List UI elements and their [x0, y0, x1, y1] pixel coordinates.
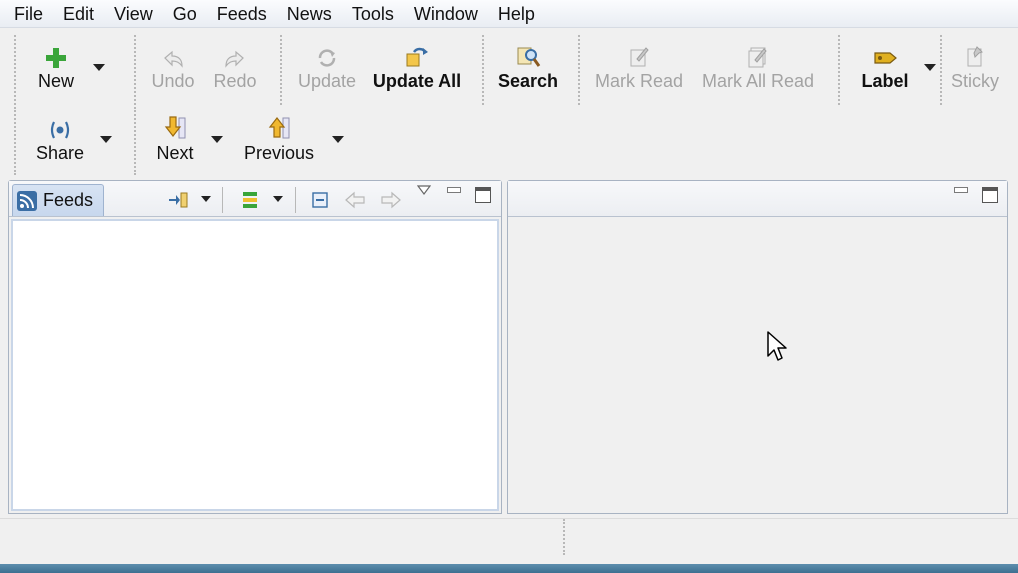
label-button[interactable]: Label [860, 39, 910, 93]
back-arrow-icon[interactable] [343, 189, 367, 211]
undo-icon [158, 39, 188, 69]
previous-button[interactable]: Previous [240, 111, 318, 165]
search-button[interactable]: Search [498, 39, 558, 93]
new-button[interactable]: New [34, 39, 78, 93]
maximize-icon[interactable] [982, 187, 998, 203]
menu-file[interactable]: File [4, 0, 53, 28]
rss-feed-icon [17, 190, 37, 211]
editor-panel [507, 180, 1008, 514]
toolbar-separator [482, 35, 484, 105]
redo-button[interactable]: Redo [212, 39, 258, 93]
maximize-icon[interactable] [475, 187, 491, 203]
minimize-icon[interactable] [954, 187, 968, 193]
tab-feeds[interactable]: Feeds [12, 184, 104, 216]
header-separator [222, 187, 223, 213]
update-button[interactable]: Update [296, 39, 358, 93]
feeds-tree[interactable] [11, 219, 499, 511]
sticky-button[interactable]: Sticky [948, 39, 1002, 93]
toolbar-separator [940, 35, 942, 105]
menu-window[interactable]: Window [404, 0, 488, 28]
next-arrow-icon [160, 111, 190, 141]
toolbar-separator [578, 35, 580, 105]
mark-all-read-button[interactable]: Mark All Read [700, 39, 816, 93]
mouse-pointer-icon [766, 330, 788, 367]
plus-icon [41, 39, 71, 69]
label-dropdown-caret[interactable] [924, 64, 936, 71]
mark-read-icon [624, 39, 654, 69]
toolbar-separator [838, 35, 840, 105]
share-icon [45, 111, 75, 141]
menu-help[interactable]: Help [488, 0, 545, 28]
next-dropdown-caret[interactable] [211, 136, 223, 143]
toolbar-separator [134, 107, 136, 175]
previous-arrow-icon [264, 111, 294, 141]
update-icon [312, 39, 342, 69]
menu-tools[interactable]: Tools [342, 0, 404, 28]
main-toolbar: New Undo Redo Update Update All Search M… [0, 29, 1018, 177]
link-with-editor-icon[interactable] [165, 189, 191, 211]
menu-bar: File Edit View Go Feeds News Tools Windo… [0, 0, 1018, 28]
mark-read-button[interactable]: Mark Read [594, 39, 684, 93]
filter-dropdown-caret[interactable] [201, 196, 211, 202]
editor-panel-header [508, 181, 1007, 217]
forward-arrow-icon[interactable] [379, 189, 403, 211]
feeds-panel: Feeds [8, 180, 502, 514]
feeds-panel-header: Feeds [9, 181, 501, 217]
view-menu-icon[interactable] [415, 183, 433, 197]
status-separator [563, 519, 565, 555]
menu-news[interactable]: News [277, 0, 342, 28]
status-bar [0, 518, 1018, 564]
layout-icon[interactable] [239, 189, 261, 211]
redo-icon [220, 39, 250, 69]
menu-view[interactable]: View [104, 0, 163, 28]
sticky-pin-icon [960, 39, 990, 69]
share-dropdown-caret[interactable] [100, 136, 112, 143]
search-icon [513, 39, 543, 69]
menu-edit[interactable]: Edit [53, 0, 104, 28]
share-button[interactable]: Share [34, 111, 86, 165]
toolbar-separator [134, 35, 136, 105]
undo-button[interactable]: Undo [150, 39, 196, 93]
toolbar-separator [14, 107, 16, 175]
toolbar-separator [14, 35, 16, 105]
update-all-icon [402, 39, 432, 69]
header-separator [295, 187, 296, 213]
layout-dropdown-caret[interactable] [273, 196, 283, 202]
collapse-all-icon[interactable] [309, 189, 331, 211]
previous-dropdown-caret[interactable] [332, 136, 344, 143]
minimize-icon[interactable] [447, 187, 461, 193]
toolbar-separator [280, 35, 282, 105]
label-icon [870, 39, 900, 69]
next-button[interactable]: Next [152, 111, 198, 165]
mark-all-read-icon [743, 39, 773, 69]
menu-go[interactable]: Go [163, 0, 207, 28]
update-all-button[interactable]: Update All [372, 39, 462, 93]
taskbar-edge [0, 564, 1018, 573]
new-dropdown-caret[interactable] [93, 64, 105, 71]
menu-feeds[interactable]: Feeds [207, 0, 277, 28]
